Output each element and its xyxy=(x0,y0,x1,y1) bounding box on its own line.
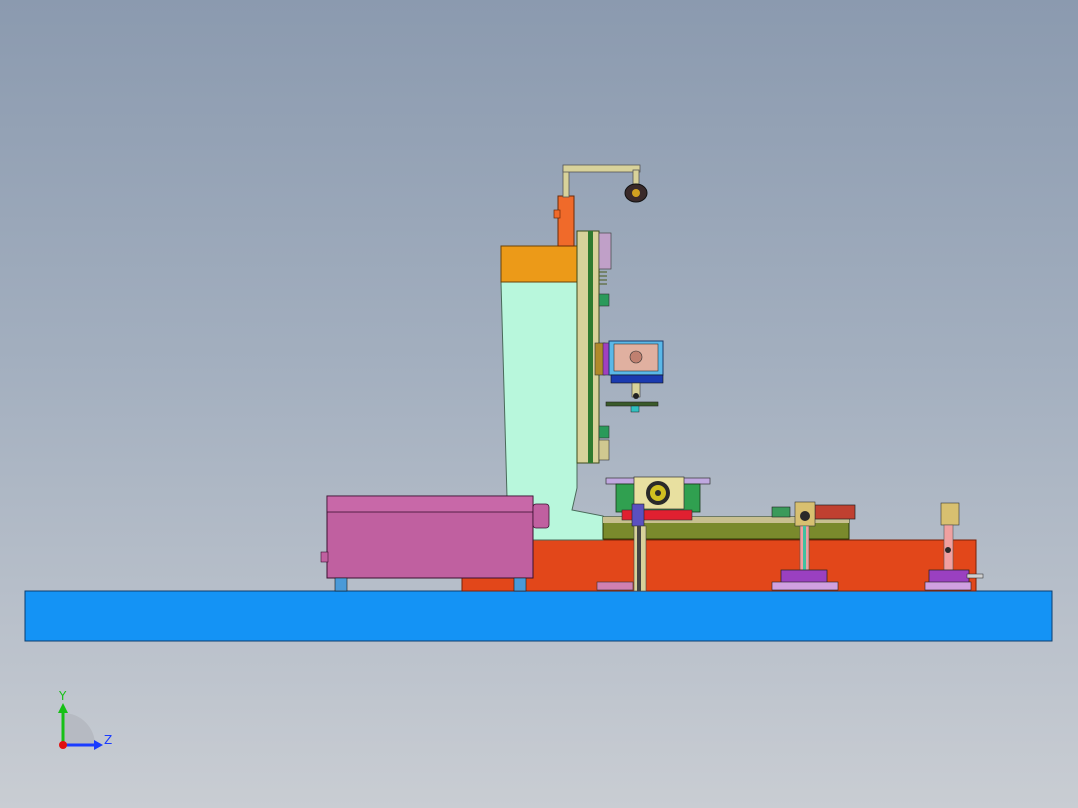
rail-bracket xyxy=(598,425,610,439)
cylinder-fitting xyxy=(553,209,561,219)
fixture-base xyxy=(610,374,664,384)
pole-base xyxy=(596,581,634,591)
vertical-rail-strip xyxy=(588,231,593,463)
rail-motor[interactable] xyxy=(814,504,856,520)
enclosure-lid xyxy=(326,495,534,513)
camera-arm[interactable] xyxy=(562,164,641,173)
fixture-hole-icon xyxy=(629,350,643,364)
rail-bracket xyxy=(598,439,610,461)
rail-bracket xyxy=(598,293,610,307)
spindle-nut-icon xyxy=(633,393,639,399)
rotary-chuck-icon[interactable] xyxy=(646,481,670,505)
assembly-drawing[interactable]: Y Z xyxy=(0,0,1078,808)
enclosure-knob xyxy=(320,551,329,563)
rail-end-block xyxy=(771,506,791,518)
enclosure-port xyxy=(532,503,550,529)
column-cap[interactable] xyxy=(500,245,578,283)
fixture-bracket xyxy=(605,401,659,407)
camera-icon[interactable] xyxy=(624,183,648,203)
vertical-rail-carriage xyxy=(598,232,612,270)
coordinate-triad-icon: Y Z xyxy=(58,689,112,750)
fixture-mount-purple xyxy=(602,342,610,376)
support-pole-core xyxy=(637,526,641,591)
cylinder-body[interactable] xyxy=(557,195,575,247)
triad-y-label: Y xyxy=(58,689,67,703)
cable-ticks xyxy=(599,271,607,285)
base-plate[interactable] xyxy=(24,590,1053,642)
fixture-tip xyxy=(630,405,640,413)
machine-bed[interactable] xyxy=(461,539,977,592)
triad-z-label: Z xyxy=(104,733,112,747)
cad-viewport[interactable]: Y Z xyxy=(0,0,1078,808)
table-clamp-center xyxy=(631,503,645,527)
mast-post[interactable] xyxy=(562,169,570,198)
